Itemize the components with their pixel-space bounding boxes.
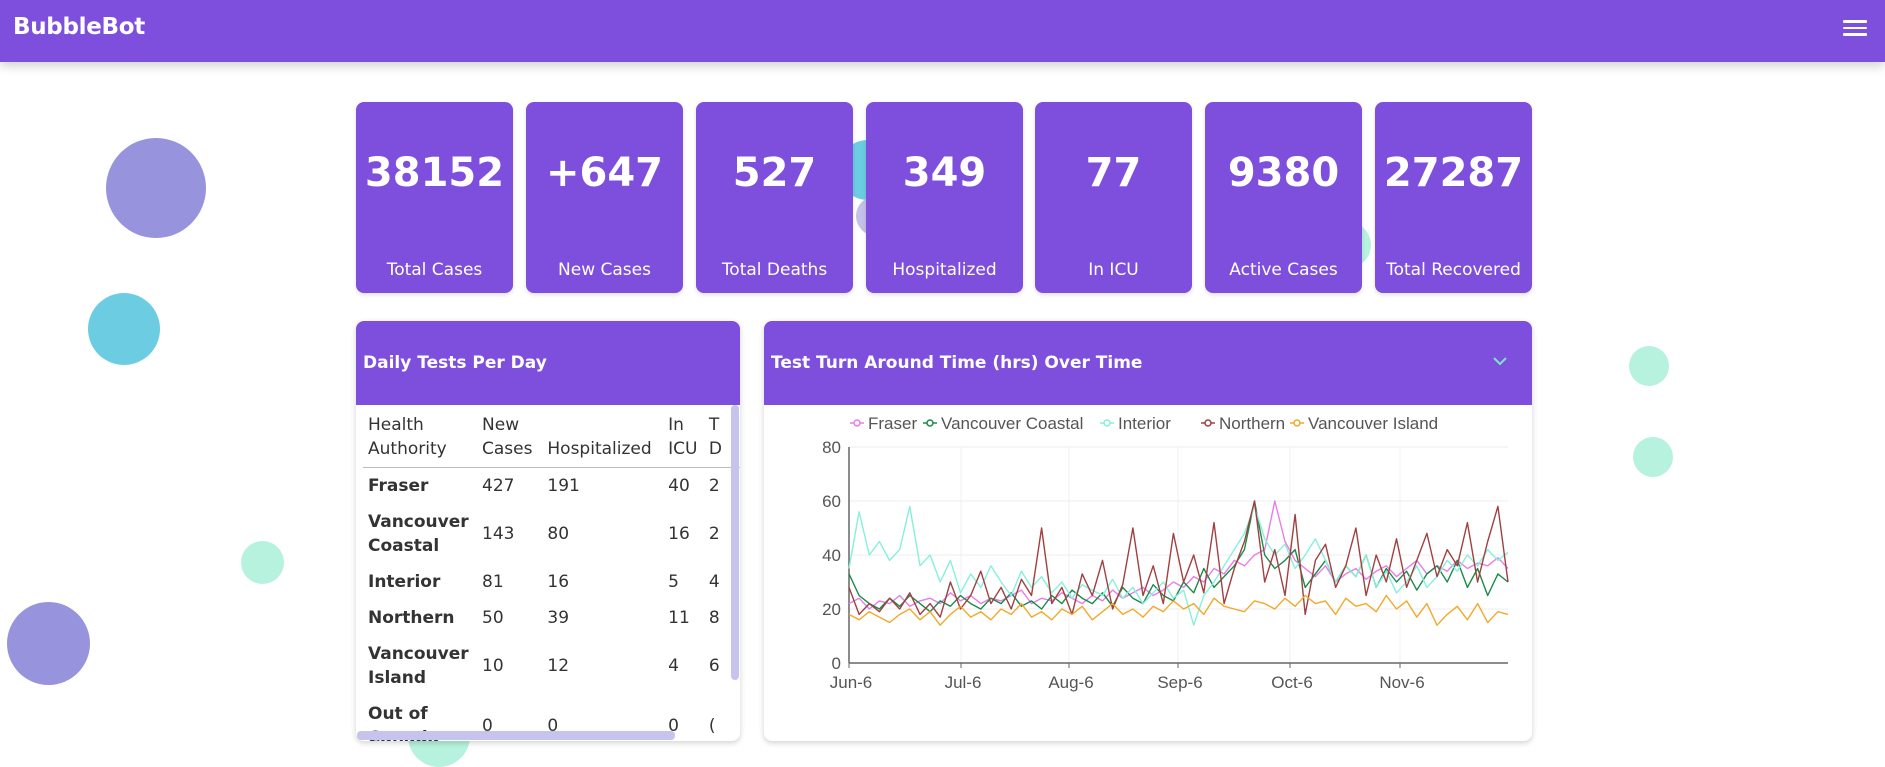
- stat-value: +647: [545, 150, 663, 196]
- stat-card-new-cases: +647 New Cases: [526, 102, 683, 293]
- x-tick-label: Jul-6: [945, 673, 982, 692]
- vertical-scrollbar[interactable]: [731, 405, 739, 680]
- stat-label: Total Deaths: [721, 260, 828, 280]
- stat-label: Total Cases: [386, 260, 483, 280]
- stat-value: 9380: [1227, 150, 1340, 196]
- y-tick-label: 60: [822, 492, 841, 511]
- cell-hospitalized: 16: [547, 571, 570, 592]
- decorative-bubble: [1629, 346, 1669, 386]
- x-tick-label: Oct-6: [1271, 673, 1313, 692]
- cell-extra: (: [708, 715, 716, 736]
- table-row: Fraser 427 191 40 2: [363, 468, 740, 504]
- table-scroll-area[interactable]: Health Authority New Cases Hospitalized …: [356, 405, 740, 741]
- stat-label: New Cases: [558, 260, 651, 280]
- stat-value: 349: [902, 150, 987, 196]
- legend-marker: [1204, 419, 1212, 427]
- x-tick-label: Jun-6: [830, 673, 873, 692]
- cell-hospitalized: 39: [547, 607, 570, 628]
- x-tick-label: Sep-6: [1157, 673, 1202, 692]
- stat-card-active-cases: 9380 Active Cases: [1205, 102, 1362, 293]
- stat-label: Active Cases: [1229, 260, 1338, 280]
- cell-name: Vancouver Island: [368, 643, 469, 688]
- legend-marker: [853, 419, 861, 427]
- cell-icu: 16: [668, 523, 690, 544]
- y-tick-label: 0: [832, 654, 841, 673]
- stat-card-hospitalized: 349 Hospitalized: [866, 102, 1023, 293]
- column-header[interactable]: Hospitalized: [542, 405, 664, 468]
- cell-new-cases: 50: [482, 607, 504, 628]
- legend-label: Vancouver Island: [1308, 414, 1438, 433]
- stat-card-in-icu: 77 In ICU: [1035, 102, 1192, 293]
- cell-new-cases: 427: [482, 475, 515, 496]
- stat-value: 77: [1085, 150, 1142, 196]
- decorative-bubble: [7, 602, 90, 685]
- legend-label: Fraser: [868, 414, 917, 433]
- cell-new-cases: 81: [482, 571, 504, 592]
- horizontal-scrollbar[interactable]: [357, 731, 675, 740]
- top-navbar: BubbleBot: [0, 0, 1885, 62]
- legend-label: Interior: [1118, 414, 1171, 433]
- cell-new-cases: 10: [482, 655, 504, 676]
- column-header[interactable]: New Cases: [477, 405, 543, 468]
- x-tick-label: Nov-6: [1379, 673, 1424, 692]
- panel-title: Test Turn Around Time (hrs) Over Time: [771, 353, 1143, 373]
- cell-hospitalized: 12: [547, 655, 570, 676]
- cell-name: Fraser: [368, 475, 429, 496]
- y-tick-label: 40: [822, 546, 841, 565]
- table-header-row: Health Authority New Cases Hospitalized …: [363, 405, 740, 468]
- table-row: Vancouver Coastal 143 80 16 2: [363, 504, 740, 564]
- health-authority-table: Health Authority New Cases Hospitalized …: [363, 405, 740, 741]
- legend-label: Vancouver Coastal: [941, 414, 1083, 433]
- stat-value: 527: [732, 150, 817, 196]
- y-tick-label: 20: [822, 600, 841, 619]
- panel-header: Test Turn Around Time (hrs) Over Time: [764, 321, 1532, 405]
- cell-icu: 5: [668, 571, 679, 592]
- cell-new-cases: 143: [482, 523, 515, 544]
- legend-marker: [1103, 419, 1111, 427]
- cell-hospitalized: 191: [547, 475, 580, 496]
- stat-value: 27287: [1383, 150, 1524, 196]
- stat-label: Total Recovered: [1386, 260, 1521, 280]
- daily-tests-panel: Daily Tests Per Day Health Authority New…: [356, 321, 740, 741]
- cell-icu: 11: [668, 607, 690, 628]
- cell-hospitalized: 80: [547, 523, 570, 544]
- chevron-down-icon[interactable]: [1492, 355, 1508, 367]
- turnaround-line-chart: 0 20 40 60 80 Jun-6 Jul-6 Aug-6 Sep-6 Oct-6 Nov-6 F…: [822, 414, 1509, 692]
- stat-card-total-cases: 38152 Total Cases: [356, 102, 513, 293]
- decorative-bubble: [241, 541, 284, 584]
- column-header[interactable]: In ICU: [663, 405, 704, 468]
- cell-icu: 40: [668, 475, 690, 496]
- legend-marker: [1293, 419, 1301, 427]
- decorative-bubble: [88, 293, 160, 365]
- table-row: Northern 50 39 11 8: [363, 600, 740, 636]
- stat-card-total-deaths: 527 Total Deaths: [696, 102, 853, 293]
- cell-icu: 4: [668, 655, 679, 676]
- stat-card-total-recovered: 27287 Total Recovered: [1375, 102, 1532, 293]
- legend-label: Northern: [1219, 414, 1285, 433]
- cell-name: Interior: [368, 571, 441, 592]
- stat-value: 38152: [364, 150, 505, 196]
- app-title[interactable]: BubbleBot: [13, 14, 145, 40]
- cell-name: Northern: [368, 607, 455, 628]
- legend-marker: [926, 419, 934, 427]
- panel-header: Daily Tests Per Day: [356, 321, 740, 405]
- column-header[interactable]: Health Authority: [363, 405, 478, 468]
- panel-title: Daily Tests Per Day: [363, 353, 547, 373]
- x-tick-label: Aug-6: [1048, 673, 1093, 692]
- cell-name: Vancouver Coastal: [368, 511, 469, 556]
- table-row: Interior 81 16 5 4: [363, 564, 740, 600]
- decorative-bubble: [106, 138, 206, 238]
- decorative-bubble: [1633, 437, 1673, 477]
- turnaround-time-panel: Test Turn Around Time (hrs) Over Time 0 2…: [764, 321, 1532, 741]
- stat-label: In ICU: [1088, 260, 1139, 280]
- table-row: Vancouver Island 10 12 4 6: [363, 636, 740, 696]
- stat-label: Hospitalized: [892, 260, 997, 280]
- hamburger-menu-icon[interactable]: [1843, 16, 1867, 38]
- y-tick-label: 80: [822, 438, 841, 457]
